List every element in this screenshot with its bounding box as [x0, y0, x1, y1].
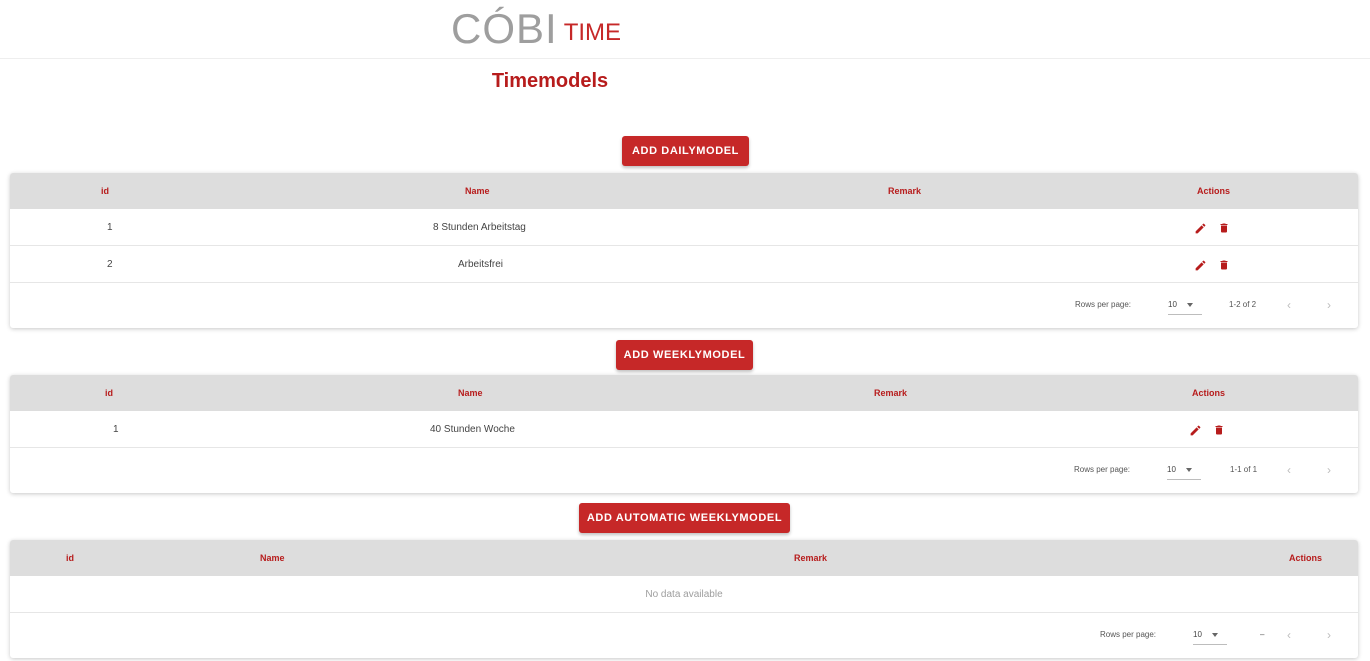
cell-id: 1	[107, 222, 113, 233]
column-header-id[interactable]: id	[105, 375, 113, 411]
column-header-name[interactable]: Name	[458, 375, 483, 411]
column-header-id[interactable]: id	[66, 540, 74, 576]
prev-page-icon[interactable]: ‹	[1287, 448, 1291, 492]
row-actions	[1188, 422, 1226, 438]
column-header-actions: Actions	[1192, 388, 1226, 398]
rows-per-page-value: 10	[1167, 465, 1176, 474]
pencil-icon[interactable]	[1193, 221, 1207, 235]
column-header-id[interactable]: id	[101, 173, 109, 209]
column-header-actions: Actions	[1197, 186, 1231, 196]
table-footer: Rows per page: 10 1-1 of 1 ‹ ›	[10, 448, 1358, 492]
table-header: id Name Remark Actions	[10, 540, 1358, 576]
add-automatic-weeklymodel-button[interactable]: ADD AUTOMATIC WEEKLYMODEL	[579, 503, 790, 533]
row-actions	[1193, 257, 1231, 273]
rows-per-page-label: Rows per page:	[1074, 465, 1131, 474]
column-header-remark[interactable]: Remark	[888, 173, 921, 209]
pagination-range: 1-2 of 2	[1229, 300, 1257, 309]
cell-id: 2	[107, 259, 113, 270]
row-actions	[1193, 220, 1231, 236]
chevron-down-icon	[1185, 467, 1192, 472]
table-footer: Rows per page: 10 1-2 of 2 ‹ ›	[10, 283, 1358, 327]
cell-name: 40 Stunden Woche	[430, 424, 515, 435]
rows-per-page-label: Rows per page:	[1075, 300, 1132, 309]
cobi-time-logo[interactable]: CÓBI TIME	[451, 6, 621, 50]
chevron-down-icon	[1186, 302, 1193, 307]
rows-per-page-select[interactable]: 10	[1168, 295, 1202, 315]
pencil-icon[interactable]	[1193, 258, 1207, 272]
next-page-icon[interactable]: ›	[1327, 283, 1331, 327]
next-page-icon[interactable]: ›	[1327, 448, 1331, 492]
pagination-range: –	[1260, 630, 1265, 639]
column-header-actions: Actions	[1289, 553, 1323, 563]
logo-main-text: CÓBI	[451, 5, 558, 52]
no-data-message: No data available	[10, 576, 1358, 613]
table-row: 1 8 Stunden Arbeitstag	[10, 209, 1358, 246]
add-weeklymodel-button[interactable]: ADD WEEKLYMODEL	[616, 340, 753, 370]
table-header: id Name Remark Actions	[10, 173, 1358, 209]
logo-suffix-text: TIME	[563, 19, 622, 46]
rows-per-page-label: Rows per page:	[1100, 630, 1157, 639]
prev-page-icon[interactable]: ‹	[1287, 283, 1291, 327]
cell-name: Arbeitsfrei	[458, 259, 504, 270]
table-row: 2 Arbeitsfrei	[10, 246, 1358, 283]
automatic-weeklymodel-table: id Name Remark Actions No data available…	[10, 540, 1358, 658]
rows-per-page-select[interactable]: 10	[1167, 460, 1201, 480]
pagination-range: 1-1 of 1	[1230, 465, 1258, 474]
column-header-name[interactable]: Name	[465, 173, 490, 209]
column-header-remark[interactable]: Remark	[874, 375, 907, 411]
page-title: Timemodels	[491, 70, 609, 92]
table-header: id Name Remark Actions	[10, 375, 1358, 411]
table-footer: Rows per page: 10 – ‹ ›	[10, 613, 1358, 657]
column-header-remark[interactable]: Remark	[794, 540, 827, 576]
add-dailymodel-button[interactable]: ADD DAILYMODEL	[622, 136, 749, 166]
weeklymodel-table: id Name Remark Actions 1 40 Stunden Woch…	[10, 375, 1358, 493]
rows-per-page-value: 10	[1193, 630, 1202, 639]
dailymodel-table: id Name Remark Actions 1 8 Stunden Arbei…	[10, 173, 1358, 328]
pencil-icon[interactable]	[1188, 423, 1202, 437]
trash-icon[interactable]	[1212, 423, 1226, 437]
column-header-name[interactable]: Name	[260, 540, 285, 576]
trash-icon[interactable]	[1217, 221, 1231, 235]
top-bar: CÓBI TIME	[0, 0, 1370, 59]
prev-page-icon[interactable]: ‹	[1287, 613, 1291, 657]
cell-id: 1	[113, 424, 119, 435]
next-page-icon[interactable]: ›	[1327, 613, 1331, 657]
rows-per-page-value: 10	[1168, 300, 1177, 309]
trash-icon[interactable]	[1217, 258, 1231, 272]
cell-name: 8 Stunden Arbeitstag	[433, 222, 526, 233]
rows-per-page-select[interactable]: 10	[1193, 625, 1227, 645]
chevron-down-icon	[1211, 632, 1218, 637]
table-row: 1 40 Stunden Woche	[10, 411, 1358, 448]
